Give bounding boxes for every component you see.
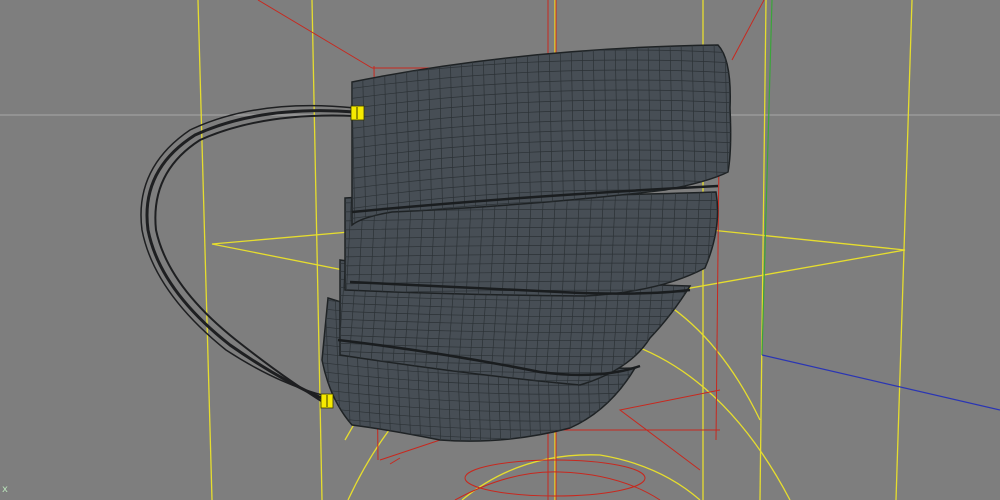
axis-indicator-label: x	[2, 484, 8, 495]
face-mask-mesh[interactable]	[315, 20, 740, 457]
viewport-scene[interactable]	[0, 0, 1000, 500]
3d-viewport[interactable]: x	[0, 0, 1000, 500]
axis-blue	[761, 354, 1000, 411]
